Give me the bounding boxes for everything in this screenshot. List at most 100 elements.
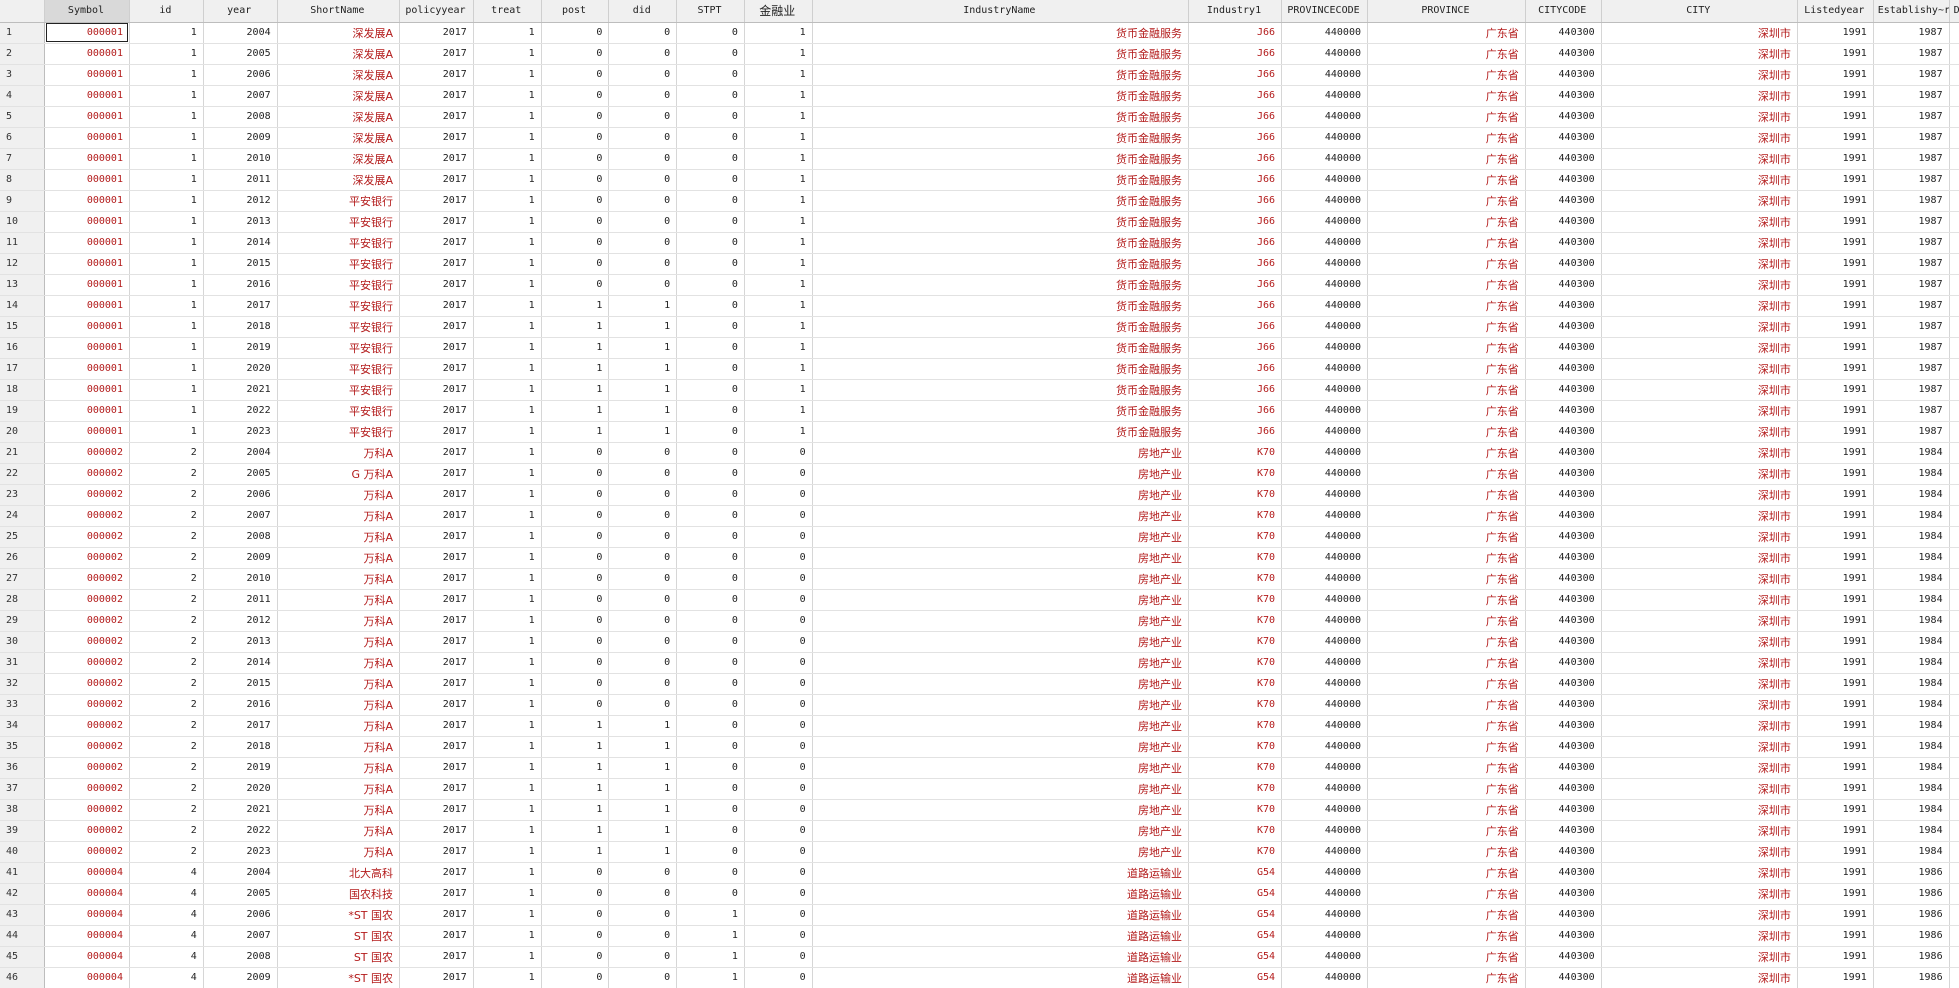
cell-shortname[interactable]: 平安银行 — [277, 316, 401, 338]
row-number[interactable]: 31 — [0, 652, 45, 674]
cell-del[interactable] — [1949, 64, 1959, 86]
cell-symbol[interactable]: 000002 — [44, 652, 130, 674]
cell-treat[interactable]: 1 — [473, 841, 542, 863]
cell-city[interactable]: 深圳市 — [1601, 946, 1798, 968]
cell-shortname[interactable]: 万科A — [277, 778, 401, 800]
cell-stpt[interactable]: 0 — [676, 484, 745, 506]
cell-establishy-r[interactable]: 1987 — [1873, 106, 1950, 128]
cell-industryname[interactable]: 道路运输业 — [812, 925, 1189, 947]
cell-establishy-r[interactable]: 1984 — [1873, 841, 1950, 863]
cell-provincecode[interactable]: 440000 — [1281, 85, 1368, 107]
cell--[interactable]: 1 — [744, 316, 813, 338]
cell-did[interactable]: 1 — [608, 421, 678, 443]
cell-listedyear[interactable]: 1991 — [1797, 211, 1874, 233]
row-number[interactable]: 46 — [0, 967, 45, 988]
cell--[interactable]: 0 — [744, 841, 813, 863]
cell-post[interactable]: 1 — [541, 715, 610, 737]
cell-listedyear[interactable]: 1991 — [1797, 379, 1874, 401]
cell-citycode[interactable]: 440300 — [1525, 547, 1602, 569]
cell-listedyear[interactable]: 1991 — [1797, 274, 1874, 296]
cell-provincecode[interactable]: 440000 — [1281, 925, 1368, 947]
cell-symbol[interactable]: 000004 — [44, 946, 130, 968]
cell-citycode[interactable]: 440300 — [1525, 820, 1602, 842]
cell-treat[interactable]: 1 — [473, 379, 542, 401]
cell-industry1[interactable]: J66 — [1188, 358, 1283, 380]
column-header-post[interactable]: post — [541, 0, 610, 23]
cell-establishy-r[interactable]: 1987 — [1873, 337, 1950, 359]
cell-city[interactable]: 深圳市 — [1601, 820, 1798, 842]
cell-provincecode[interactable]: 440000 — [1281, 778, 1368, 800]
cell-treat[interactable]: 1 — [473, 967, 542, 988]
cell-symbol[interactable]: 000002 — [44, 694, 130, 716]
cell-did[interactable]: 0 — [608, 967, 678, 988]
cell-province[interactable]: 广东省 — [1367, 484, 1526, 506]
cell-industry1[interactable]: K70 — [1188, 820, 1283, 842]
cell-del[interactable] — [1949, 673, 1959, 695]
cell-establishy-r[interactable]: 1984 — [1873, 778, 1950, 800]
cell--[interactable]: 1 — [744, 295, 813, 317]
cell-establishy-r[interactable]: 1987 — [1873, 169, 1950, 191]
cell-treat[interactable]: 1 — [473, 589, 542, 611]
cell-citycode[interactable]: 440300 — [1525, 484, 1602, 506]
cell-province[interactable]: 广东省 — [1367, 22, 1526, 44]
cell-province[interactable]: 广东省 — [1367, 568, 1526, 590]
cell-year[interactable]: 2010 — [203, 148, 278, 170]
cell-treat[interactable]: 1 — [473, 631, 542, 653]
cell-did[interactable]: 0 — [608, 883, 678, 905]
cell-industry1[interactable]: G54 — [1188, 967, 1283, 988]
cell-del[interactable] — [1949, 106, 1959, 128]
cell-city[interactable]: 深圳市 — [1601, 778, 1798, 800]
cell-symbol[interactable]: 000002 — [44, 757, 130, 779]
cell--[interactable]: 0 — [744, 757, 813, 779]
cell-policyyear[interactable]: 2017 — [399, 316, 474, 338]
cell-id[interactable]: 4 — [129, 862, 204, 884]
cell-shortname[interactable]: 平安银行 — [277, 211, 401, 233]
cell-province[interactable]: 广东省 — [1367, 883, 1526, 905]
cell-del[interactable] — [1949, 547, 1959, 569]
cell-citycode[interactable]: 440300 — [1525, 799, 1602, 821]
data-editor-grid[interactable]: Symbol id year ShortName policyyear treat post… — [0, 0, 1959, 988]
cell-stpt[interactable]: 0 — [676, 211, 745, 233]
cell-province[interactable]: 广东省 — [1367, 358, 1526, 380]
cell-listedyear[interactable]: 1991 — [1797, 610, 1874, 632]
cell-province[interactable]: 广东省 — [1367, 211, 1526, 233]
cell-did[interactable]: 0 — [608, 169, 678, 191]
cell-del[interactable] — [1949, 148, 1959, 170]
column-header--[interactable]: 金融业 — [744, 0, 813, 23]
cell--[interactable]: 1 — [744, 358, 813, 380]
cell-industryname[interactable]: 房地产业 — [812, 778, 1189, 800]
cell-province[interactable]: 广东省 — [1367, 862, 1526, 884]
cell-provincecode[interactable]: 440000 — [1281, 736, 1368, 758]
cell-city[interactable]: 深圳市 — [1601, 967, 1798, 988]
cell-treat[interactable]: 1 — [473, 925, 542, 947]
cell-id[interactable]: 2 — [129, 820, 204, 842]
cell-industryname[interactable]: 房地产业 — [812, 547, 1189, 569]
cell-citycode[interactable]: 440300 — [1525, 43, 1602, 65]
cell-city[interactable]: 深圳市 — [1601, 190, 1798, 212]
cell-shortname[interactable]: 万科A — [277, 694, 401, 716]
cell--[interactable]: 0 — [744, 799, 813, 821]
cell-post[interactable]: 1 — [541, 337, 610, 359]
cell-establishy-r[interactable]: 1984 — [1873, 568, 1950, 590]
cell-industry1[interactable]: J66 — [1188, 43, 1283, 65]
cell-provincecode[interactable]: 440000 — [1281, 694, 1368, 716]
cell-citycode[interactable]: 440300 — [1525, 967, 1602, 988]
cell-shortname[interactable]: 平安银行 — [277, 232, 401, 254]
cell-provincecode[interactable]: 440000 — [1281, 253, 1368, 275]
cell-shortname[interactable]: 平安银行 — [277, 379, 401, 401]
cell-post[interactable]: 1 — [541, 316, 610, 338]
cell-citycode[interactable]: 440300 — [1525, 85, 1602, 107]
cell-province[interactable]: 广东省 — [1367, 274, 1526, 296]
cell-listedyear[interactable]: 1991 — [1797, 400, 1874, 422]
cell-treat[interactable]: 1 — [473, 190, 542, 212]
cell-shortname[interactable]: 万科A — [277, 526, 401, 548]
cell-year[interactable]: 2014 — [203, 652, 278, 674]
cell-year[interactable]: 2007 — [203, 85, 278, 107]
cell-industryname[interactable]: 房地产业 — [812, 673, 1189, 695]
cell-did[interactable]: 1 — [608, 820, 678, 842]
cell-treat[interactable]: 1 — [473, 64, 542, 86]
cell-del[interactable] — [1949, 799, 1959, 821]
cell-id[interactable]: 1 — [129, 211, 204, 233]
cell-stpt[interactable]: 0 — [676, 85, 745, 107]
cell-year[interactable]: 2016 — [203, 694, 278, 716]
